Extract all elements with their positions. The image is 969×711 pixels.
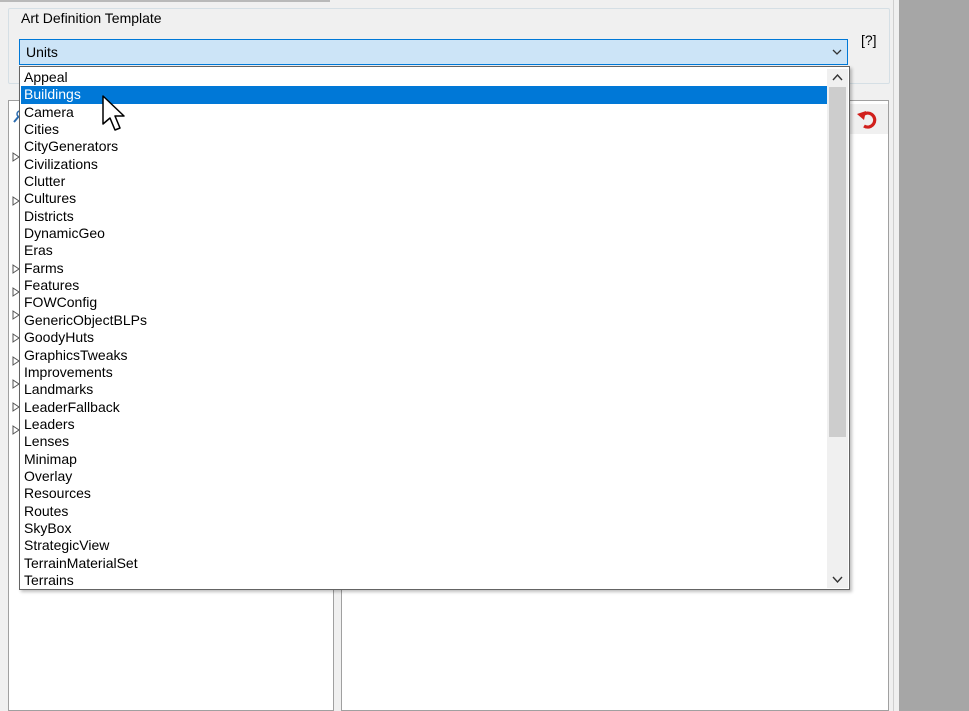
dropdown-option[interactable]: Farms: [21, 260, 827, 277]
dropdown-option[interactable]: DynamicGeo: [21, 225, 827, 242]
dropdown-option[interactable]: Features: [21, 277, 827, 294]
dropdown-option[interactable]: Leaders: [21, 416, 827, 433]
dropdown-option[interactable]: Minimap: [21, 451, 827, 468]
combo-selected-value: Units: [26, 44, 58, 60]
dropdown-option[interactable]: Routes: [21, 503, 827, 520]
dropdown-option[interactable]: CityGenerators: [21, 138, 827, 155]
dropdown-option[interactable]: GraphicsTweaks: [21, 347, 827, 364]
dropdown-option[interactable]: Resources: [21, 485, 827, 502]
dropdown-option[interactable]: Eras: [21, 242, 827, 259]
dropdown-option[interactable]: SkyBox: [21, 520, 827, 537]
art-definition-template-combo[interactable]: Units: [19, 39, 848, 65]
dropdown-option[interactable]: GenericObjectBLPs: [21, 312, 827, 329]
dropdown-option[interactable]: Terrains: [21, 572, 827, 589]
chevron-down-icon[interactable]: [831, 46, 843, 58]
dropdown-option[interactable]: Improvements: [21, 364, 827, 381]
help-button[interactable]: [?]: [861, 32, 877, 48]
dropdown-option[interactable]: FOWConfig: [21, 294, 827, 311]
undo-icon[interactable]: [856, 108, 880, 130]
dropdown-option[interactable]: GoodyHuts: [21, 329, 827, 346]
mouse-cursor-icon: [102, 95, 125, 131]
background-panel: [899, 0, 969, 711]
dropdown-option[interactable]: Districts: [21, 208, 827, 225]
dropdown-option[interactable]: Appeal: [21, 69, 827, 86]
dropdown-option[interactable]: Lenses: [21, 433, 827, 450]
dropdown-items: Appeal Buildings Camera Cities CityGenerator…: [21, 69, 827, 589]
dropdown-option[interactable]: Cultures: [21, 190, 827, 207]
dropdown-option[interactable]: Civilizations: [21, 156, 827, 173]
dropdown-scrollbar[interactable]: [827, 69, 848, 588]
dropdown-option[interactable]: Buildings: [21, 86, 827, 104]
dropdown-option[interactable]: LeaderFallback: [21, 399, 827, 416]
group-title: Art Definition Template: [20, 10, 163, 26]
dropdown-option[interactable]: Clutter: [21, 173, 827, 190]
dropdown-list[interactable]: Appeal Buildings Camera Cities CityGenerator…: [19, 66, 850, 590]
dropdown-option[interactable]: Camera: [21, 104, 827, 121]
dropdown-option[interactable]: Landmarks: [21, 381, 827, 398]
dropdown-option[interactable]: StrategicView: [21, 537, 827, 554]
dropdown-option[interactable]: TerrainMaterialSet: [21, 555, 827, 572]
dropdown-option[interactable]: Cities: [21, 121, 827, 138]
dropdown-option[interactable]: Overlay: [21, 468, 827, 485]
scroll-up-icon[interactable]: [827, 69, 848, 86]
top-edge: [0, 0, 330, 2]
scroll-down-icon[interactable]: [827, 571, 848, 588]
scrollbar-thumb[interactable]: [829, 87, 846, 437]
